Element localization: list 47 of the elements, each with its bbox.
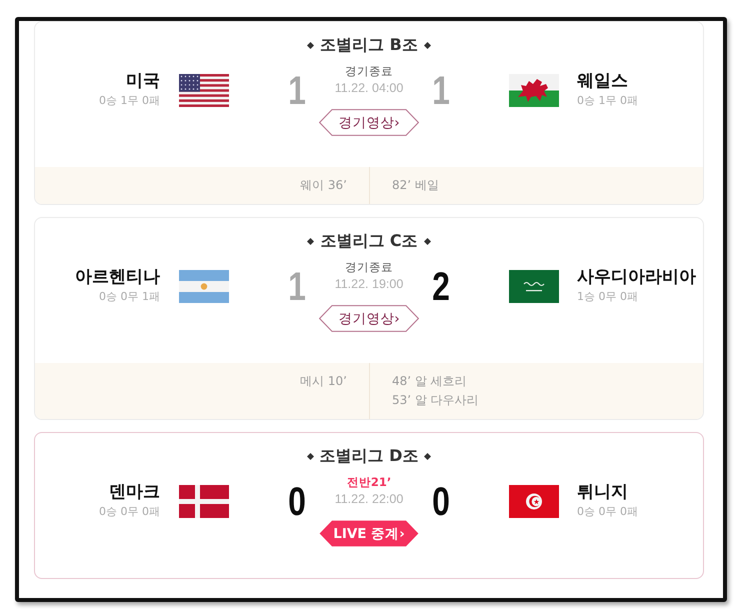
scorer-text: 웨이 36’ xyxy=(300,177,347,194)
scorer-text: 48’ 알 세흐리 xyxy=(392,373,467,390)
score: 1 xyxy=(431,71,451,111)
team-record: 0승 1무 0패 xyxy=(99,93,160,109)
group-title: 조별리그 C조 xyxy=(320,231,418,251)
diamond-icon xyxy=(306,452,314,460)
score: 1 xyxy=(287,71,307,111)
team-name: 사우디아라비아 xyxy=(577,268,696,286)
video-button[interactable]: 경기영상› xyxy=(319,109,419,136)
team-name: 미국 xyxy=(126,72,160,90)
team-record: 1승 0무 0패 xyxy=(577,289,638,305)
flag-icon xyxy=(179,74,229,107)
flag-icon xyxy=(509,485,559,518)
diamond-icon xyxy=(424,42,431,48)
scorer-text: 53’ 알 다우사리 xyxy=(392,392,479,409)
team-name: 튀니지 xyxy=(577,483,628,501)
diamond-icon xyxy=(424,452,432,460)
score: 2 xyxy=(431,267,451,307)
scorer-text: 82’ 베일 xyxy=(392,177,439,194)
video-button[interactable]: 경기영상› xyxy=(319,305,419,332)
score: 1 xyxy=(287,267,307,307)
scorer-text: 메시 10’ xyxy=(300,373,347,390)
flag-icon xyxy=(179,485,229,518)
team-name: 아르헨티나 xyxy=(75,268,160,286)
group-title: 조별리그 B조 xyxy=(320,35,418,55)
match-status: 경기종료 xyxy=(345,260,393,274)
team-record: 0승 1무 0패 xyxy=(577,93,638,109)
match-status: 전반21’ xyxy=(346,475,392,489)
score: 0 xyxy=(431,482,451,522)
team-name: 웨일스 xyxy=(577,72,628,90)
flag-icon xyxy=(509,270,559,303)
flag-icon xyxy=(179,270,229,303)
match-time: 11.22. 19:00 xyxy=(334,276,404,292)
match-time: 11.22. 04:00 xyxy=(334,80,404,96)
team-record: 0승 0무 0패 xyxy=(99,504,160,520)
team-record: 0승 0무 1패 xyxy=(99,289,160,305)
diamond-icon xyxy=(307,238,314,244)
diamond-icon xyxy=(307,42,314,48)
team-name: 덴마크 xyxy=(109,483,160,501)
live-button[interactable]: LIVE 중계› xyxy=(319,520,419,547)
score: 0 xyxy=(287,482,307,522)
flag-icon xyxy=(509,74,559,107)
match-status: 경기종료 xyxy=(345,64,393,78)
group-title: 조별리그 D조 xyxy=(320,446,418,466)
diamond-icon xyxy=(424,238,431,244)
match-time: 11.22. 22:00 xyxy=(334,491,404,507)
team-record: 0승 0무 0패 xyxy=(577,504,638,520)
